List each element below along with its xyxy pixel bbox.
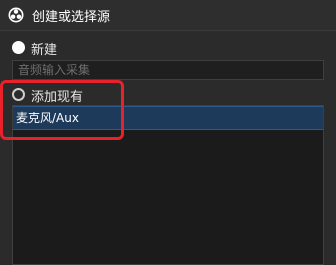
title-bar: 创建或选择源 (0, 0, 336, 31)
obs-logo-icon (8, 7, 24, 23)
annotation-highlight-box (0, 80, 124, 140)
radio-create-new[interactable] (12, 41, 25, 54)
window-title: 创建或选择源 (32, 9, 111, 25)
create-new-label[interactable]: 新建 (31, 39, 57, 58)
source-name-input[interactable]: 音频输入采集 (12, 60, 324, 80)
